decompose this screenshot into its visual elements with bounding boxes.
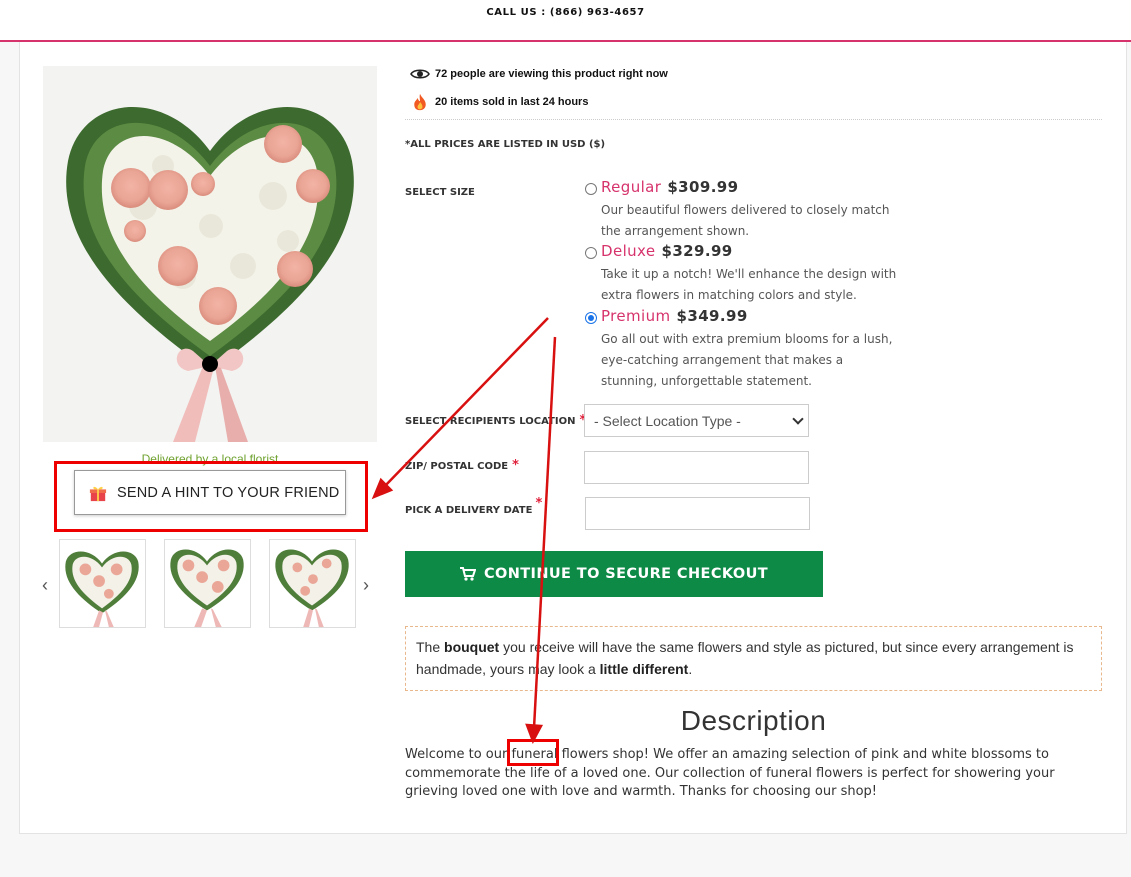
sold-notice: 20 items sold in last 24 hours	[410, 93, 588, 111]
location-select[interactable]: - Select Location Type -	[584, 404, 809, 437]
deluxe-desc: Take it up a notch! We'll enhance the de…	[601, 267, 897, 302]
deluxe-radio[interactable]	[585, 247, 597, 259]
premium-name: Premium	[601, 307, 671, 325]
regular-desc: Our beautiful flowers delivered to close…	[601, 203, 890, 238]
zip-input[interactable]	[584, 451, 809, 484]
sold-text: 20 items sold in last 24 hours	[435, 96, 589, 108]
location-select-value: - Select Location Type -	[594, 412, 741, 429]
regular-radio[interactable]	[585, 183, 597, 195]
zip-label: ZIP/ POSTAL CODE *	[405, 458, 519, 473]
fire-icon	[414, 93, 426, 111]
description-title: Description	[680, 705, 827, 736]
eye-icon	[410, 69, 430, 79]
chevron-down-icon	[792, 413, 804, 425]
cart-icon	[459, 567, 476, 581]
premium-desc: Go all out with extra premium blooms for…	[601, 332, 893, 388]
select-size-label: SELECT SIZE	[405, 187, 475, 198]
call-us-text: CALL US : (866) 963-4657	[486, 7, 645, 18]
handmade-note: The bouquet you receive will have the sa…	[405, 626, 1102, 691]
annotation-box-funeral	[507, 739, 559, 766]
chevron-left-icon[interactable]: ‹	[42, 575, 48, 596]
product-image[interactable]	[43, 66, 377, 442]
prices-note: *ALL PRICES ARE LISTED IN USD ($)	[405, 139, 606, 150]
thumbnail-1[interactable]	[59, 539, 146, 628]
premium-radio[interactable]	[585, 312, 597, 324]
viewers-text: 72 people are viewing this product right…	[435, 68, 668, 80]
required-mark: *	[535, 496, 543, 511]
top-bar: CALL US : (866) 963-4657	[0, 0, 1131, 42]
checkout-button[interactable]: CONTINUE TO SECURE CHECKOUT	[405, 551, 823, 597]
thumbnail-3[interactable]	[269, 539, 356, 628]
annotation-box-hint	[54, 461, 368, 532]
divider	[405, 119, 1102, 120]
required-mark: *	[512, 458, 519, 473]
regular-name: Regular	[601, 178, 662, 196]
delivery-date-label: PICK A DELIVERY DATE *	[405, 496, 543, 516]
regular-price: $309.99	[667, 178, 739, 196]
deluxe-name: Deluxe	[601, 242, 656, 260]
viewers-notice: 72 people are viewing this product right…	[410, 65, 668, 83]
chevron-right-icon[interactable]: ›	[363, 575, 369, 596]
delivery-date-input[interactable]	[585, 497, 810, 530]
premium-price: $349.99	[676, 307, 748, 325]
thumbnail-2[interactable]	[164, 539, 251, 628]
deluxe-price: $329.99	[661, 242, 733, 260]
checkout-label: CONTINUE TO SECURE CHECKOUT	[483, 566, 769, 582]
location-label: SELECT RECIPIENTS LOCATION *	[405, 413, 587, 428]
